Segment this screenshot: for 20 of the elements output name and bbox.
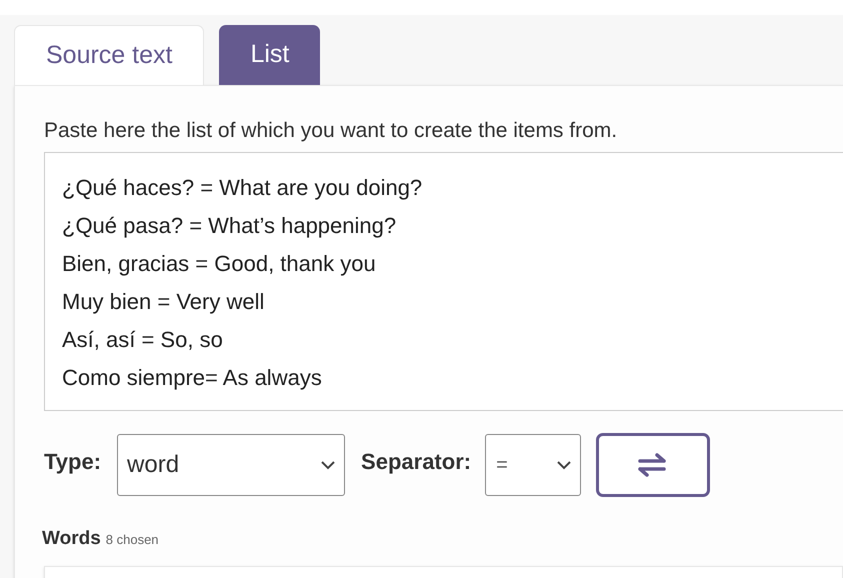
list-line: Bien, gracias = Good, thank you bbox=[62, 251, 376, 276]
words-count: 8 chosen bbox=[106, 531, 159, 549]
list-line: ¿Qué pasa? = What’s happening? bbox=[62, 213, 396, 238]
swap-arrows-icon bbox=[638, 453, 668, 477]
tab[interactable]: Source text bbox=[14, 25, 204, 85]
instruction-text: Paste here the list of which you want to create the items from. bbox=[44, 118, 618, 144]
separator-label: Separator: bbox=[361, 448, 472, 476]
type-label: Type: bbox=[44, 448, 102, 476]
words-heading: Words bbox=[42, 527, 101, 551]
list-line: Muy bien = Very well bbox=[62, 289, 264, 314]
list-line: Así, así = So, so bbox=[62, 327, 223, 352]
chevron-down-icon bbox=[320, 460, 336, 470]
list-line: Como siempre= As always bbox=[62, 365, 322, 390]
tab[interactable]: List bbox=[219, 25, 320, 85]
swap-button[interactable] bbox=[596, 433, 710, 497]
list-textarea[interactable]: ¿Qué haces? = What are you doing? ¿Qué pasa? = What’s happening? Bien, gracias = Good, thank you Muy bien = Very well Así, así = So, so Como siempre= As always bbox=[44, 152, 843, 411]
list-line: ¿Qué haces? = What are you doing? bbox=[62, 175, 422, 200]
separator-select[interactable]: = bbox=[485, 434, 582, 496]
type-select[interactable]: word bbox=[117, 434, 346, 496]
chevron-down-icon bbox=[556, 460, 572, 470]
